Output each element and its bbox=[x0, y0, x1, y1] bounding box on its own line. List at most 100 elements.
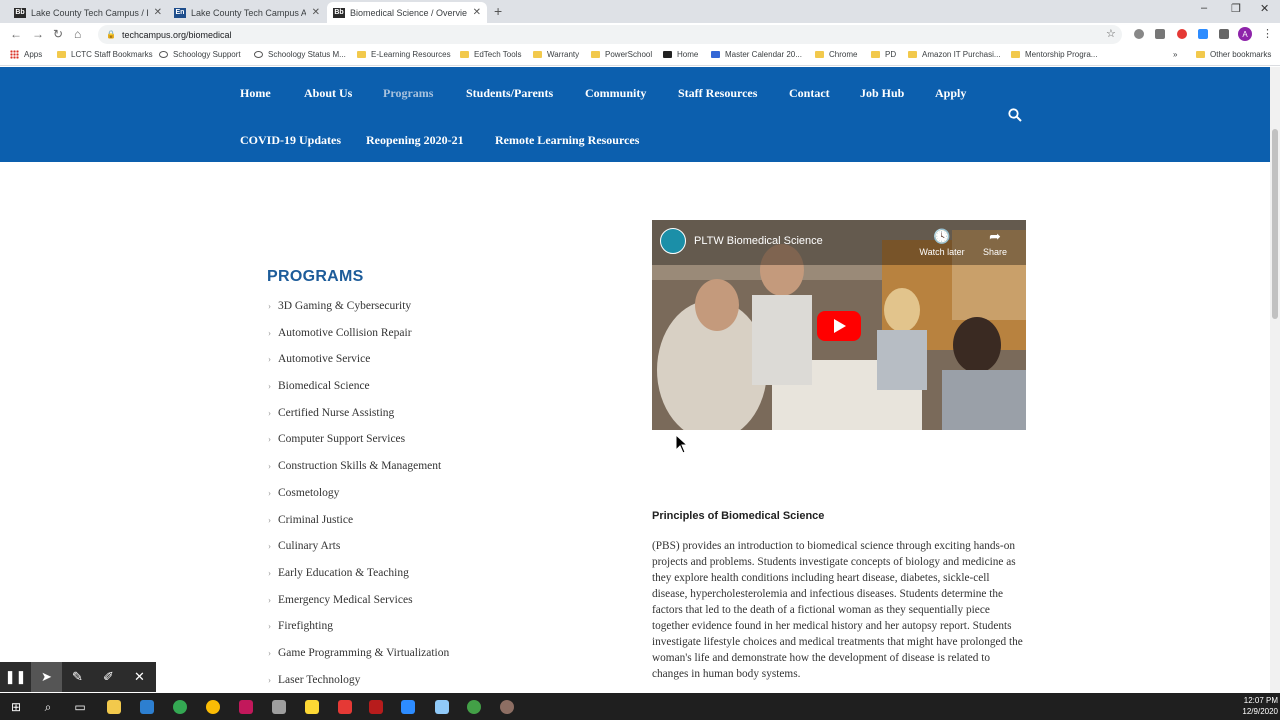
nav-reopening[interactable]: Reopening 2020-21 bbox=[366, 133, 464, 148]
app-icon[interactable] bbox=[236, 697, 256, 717]
program-item[interactable]: › Certified Nurse Assisting bbox=[268, 407, 449, 434]
bookmark-folder[interactable]: Mentorship Progra... bbox=[1011, 50, 1097, 59]
program-item[interactable]: › Culinary Arts bbox=[268, 540, 449, 567]
address-bar[interactable]: 🔒 techcampus.org/biomedical bbox=[98, 25, 1122, 44]
nav-students-parents[interactable]: Students/Parents bbox=[466, 86, 553, 101]
bookmark-link[interactable]: Home bbox=[663, 50, 698, 59]
app-icon[interactable] bbox=[302, 697, 322, 717]
bookmark-folder[interactable]: Chrome bbox=[815, 50, 857, 59]
bookmark-folder[interactable]: Warranty bbox=[533, 50, 579, 59]
extension-2-icon[interactable] bbox=[1155, 29, 1165, 39]
extension-1-icon[interactable] bbox=[1134, 29, 1144, 39]
bookmarks-overflow-icon[interactable]: » bbox=[1173, 50, 1177, 59]
pointer-tool-icon[interactable]: ➤ bbox=[31, 662, 62, 692]
home-icon[interactable]: ⌂ bbox=[74, 27, 81, 41]
reload-icon[interactable]: ↻ bbox=[53, 27, 63, 41]
close-tab-icon[interactable]: ✕ bbox=[473, 7, 481, 18]
program-item[interactable]: › Cosmetology bbox=[268, 487, 449, 514]
search-icon[interactable] bbox=[1008, 108, 1022, 122]
app-icon[interactable] bbox=[335, 697, 355, 717]
chrome-menu-icon[interactable]: ⋮ bbox=[1262, 27, 1273, 40]
bookmark-folder[interactable]: Amazon IT Purchasi... bbox=[908, 50, 1001, 59]
pen-tool-icon[interactable]: ✎ bbox=[62, 662, 93, 692]
app-icon[interactable] bbox=[269, 697, 289, 717]
xbox-icon[interactable] bbox=[464, 697, 484, 717]
clock-date: 12/9/2020 bbox=[1242, 707, 1278, 716]
program-item[interactable]: › Emergency Medical Services bbox=[268, 594, 449, 621]
program-item[interactable]: › Firefighting bbox=[268, 620, 449, 647]
scrollbar-thumb[interactable] bbox=[1272, 129, 1278, 319]
program-item[interactable]: › Construction Skills & Management bbox=[268, 460, 449, 487]
windows-start-icon[interactable]: ⊞ bbox=[6, 697, 26, 717]
nav-about-us[interactable]: About Us bbox=[304, 86, 352, 101]
file-explorer-icon[interactable] bbox=[104, 697, 124, 717]
browser-tab-3-active[interactable]: Bb Biomedical Science / Overview ✕ bbox=[327, 2, 487, 23]
extension-4-icon[interactable] bbox=[1198, 29, 1208, 39]
extensions-puzzle-icon[interactable] bbox=[1219, 29, 1229, 39]
bookmark-star-icon[interactable]: ☆ bbox=[1106, 27, 1116, 40]
back-icon[interactable]: ← bbox=[10, 27, 22, 41]
app-icon[interactable] bbox=[497, 697, 517, 717]
outlook-icon[interactable] bbox=[137, 697, 157, 717]
system-clock[interactable]: 12:07 PM 12/9/2020 bbox=[1234, 695, 1278, 717]
task-view-icon[interactable]: ▭ bbox=[70, 697, 90, 717]
bookmark-folder[interactable]: PowerSchool bbox=[591, 50, 652, 59]
zoom-icon[interactable] bbox=[398, 697, 418, 717]
play-button-icon[interactable] bbox=[817, 311, 861, 341]
youtube-video-embed[interactable]: PLTW Biomedical Science 🕓 Watch later ➦ Sh… bbox=[652, 220, 1026, 430]
bookmark-folder-other[interactable]: Other bookmarks bbox=[1196, 50, 1271, 59]
share-arrow-icon: ➦ bbox=[989, 228, 1001, 244]
app-icon[interactable] bbox=[366, 697, 386, 717]
bookmark-link[interactable]: Schoology Status M... bbox=[254, 50, 346, 59]
program-item[interactable]: › Game Programming & Virtualization bbox=[268, 647, 449, 674]
bookmark-apps[interactable]: Apps bbox=[10, 50, 42, 59]
close-toolbar-icon[interactable]: ✕ bbox=[124, 662, 155, 692]
nav-remote-learning[interactable]: Remote Learning Resources bbox=[495, 133, 639, 148]
window-close-icon[interactable]: ✕ bbox=[1260, 2, 1269, 15]
chrome-active-icon[interactable] bbox=[203, 697, 223, 717]
program-item[interactable]: › 3D Gaming & Cybersecurity bbox=[268, 300, 449, 327]
nav-contact[interactable]: Contact bbox=[789, 86, 830, 101]
pltw-channel-logo[interactable] bbox=[660, 228, 686, 254]
highlighter-tool-icon[interactable]: ✐ bbox=[93, 662, 124, 692]
bookmark-folder[interactable]: EdTech Tools bbox=[460, 50, 521, 59]
chevron-right-icon: › bbox=[268, 461, 271, 472]
nav-apply[interactable]: Apply bbox=[935, 86, 966, 101]
program-item[interactable]: › Biomedical Science bbox=[268, 380, 449, 407]
program-item[interactable]: › Early Education & Teaching bbox=[268, 567, 449, 594]
pause-icon[interactable]: ❚❚ bbox=[0, 662, 31, 692]
nav-programs-active[interactable]: Programs bbox=[383, 86, 433, 101]
nav-staff-resources[interactable]: Staff Resources bbox=[678, 86, 757, 101]
new-tab-icon[interactable]: + bbox=[494, 3, 502, 19]
bookmark-link[interactable]: Schoology Support bbox=[159, 50, 241, 59]
restore-icon[interactable]: ❐ bbox=[1231, 2, 1241, 15]
program-item[interactable]: › Criminal Justice bbox=[268, 514, 449, 541]
page-scrollbar[interactable] bbox=[1270, 67, 1280, 693]
video-title[interactable]: PLTW Biomedical Science bbox=[694, 235, 823, 247]
nav-covid-updates[interactable]: COVID-19 Updates bbox=[240, 133, 341, 148]
share-button[interactable]: ➦ Share bbox=[965, 228, 1025, 257]
search-icon[interactable]: ⌕ bbox=[38, 697, 58, 717]
bookmark-folder[interactable]: E-Learning Resources bbox=[357, 50, 451, 59]
extension-3-icon[interactable] bbox=[1177, 29, 1187, 39]
browser-tab-1[interactable]: Bb Lake County Tech Campus / Hom ✕ bbox=[8, 2, 168, 23]
forward-icon[interactable]: → bbox=[32, 27, 44, 41]
bookmark-folder[interactable]: PD bbox=[871, 50, 896, 59]
watch-later-button[interactable]: 🕓 Watch later bbox=[912, 228, 972, 257]
browser-toolbar: ← → ↻ ⌂ 🔒 techcampus.org/biomedical ☆ A … bbox=[0, 23, 1280, 46]
profile-avatar[interactable]: A bbox=[1238, 27, 1252, 41]
nav-home[interactable]: Home bbox=[240, 86, 271, 101]
bookmark-link[interactable]: Master Calendar 20... bbox=[711, 50, 802, 59]
nav-community[interactable]: Community bbox=[585, 86, 646, 101]
app-icon[interactable] bbox=[432, 697, 452, 717]
program-item[interactable]: › Automotive Service bbox=[268, 353, 449, 380]
browser-tab-2[interactable]: En Lake County Tech Campus Applic ✕ bbox=[168, 2, 326, 23]
close-tab-icon[interactable]: ✕ bbox=[312, 7, 320, 18]
program-item[interactable]: › Computer Support Services bbox=[268, 433, 449, 460]
program-item[interactable]: › Automotive Collision Repair bbox=[268, 327, 449, 354]
bookmark-folder[interactable]: LCTC Staff Bookmarks bbox=[57, 50, 153, 59]
chrome-icon[interactable] bbox=[170, 697, 190, 717]
minimize-icon[interactable]: – bbox=[1201, 2, 1207, 14]
close-tab-icon[interactable]: ✕ bbox=[154, 7, 162, 18]
nav-job-hub[interactable]: Job Hub bbox=[860, 86, 904, 101]
